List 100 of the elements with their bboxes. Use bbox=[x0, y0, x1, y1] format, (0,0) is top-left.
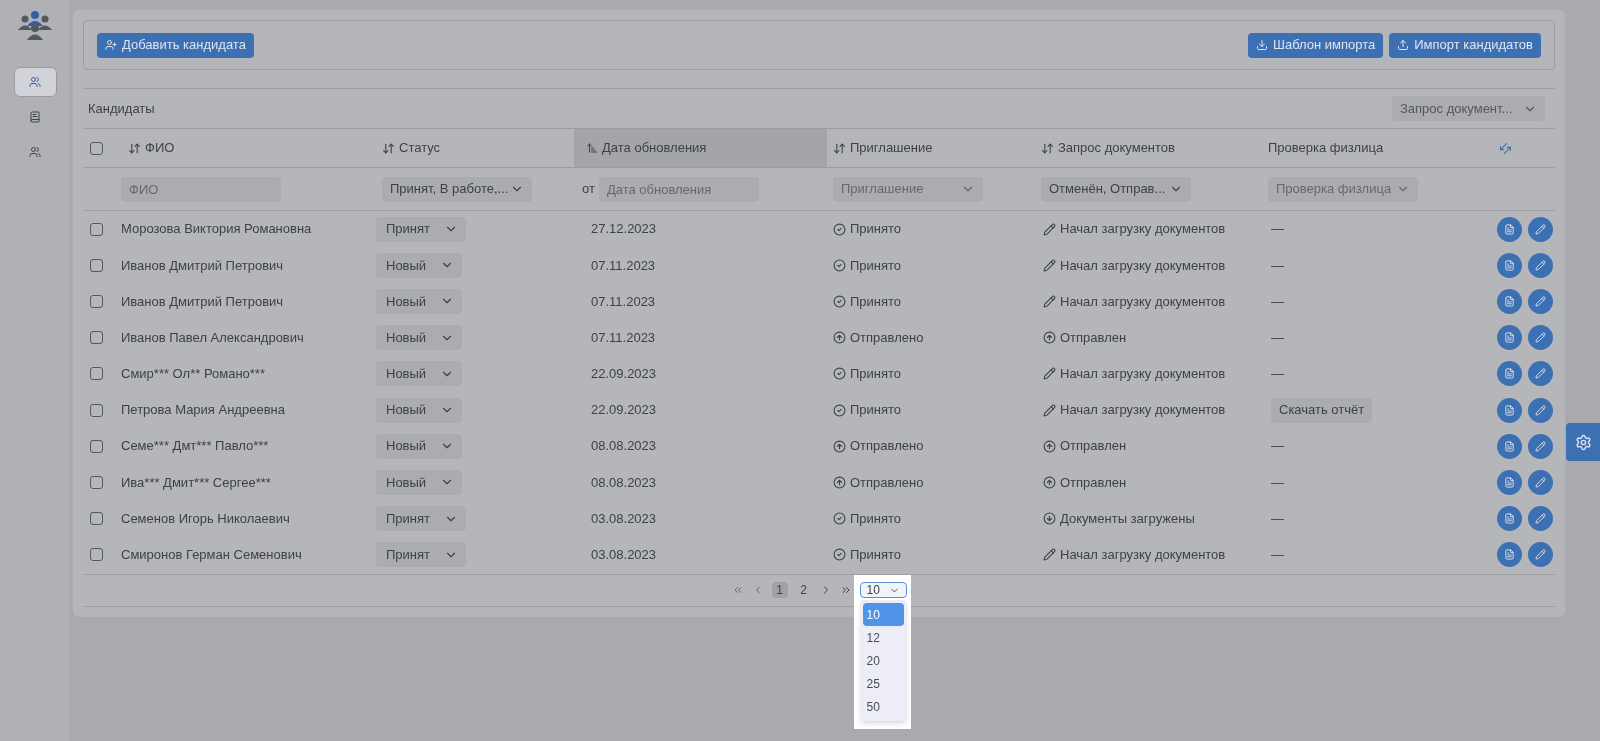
edit-button[interactable] bbox=[1528, 216, 1553, 242]
page-button[interactable]: 2 bbox=[795, 582, 812, 599]
status-select[interactable]: Новый bbox=[376, 469, 463, 495]
checkbox[interactable] bbox=[90, 439, 103, 453]
edit-button[interactable] bbox=[1528, 361, 1553, 387]
edit-button[interactable] bbox=[1528, 433, 1553, 459]
status-select[interactable]: Новый bbox=[376, 433, 463, 459]
pdf-button[interactable] bbox=[1497, 288, 1522, 314]
edit-button[interactable] bbox=[1528, 469, 1553, 495]
checkbox[interactable] bbox=[90, 403, 103, 417]
status-select[interactable]: Новый bbox=[376, 361, 463, 387]
edit-button[interactable] bbox=[1528, 397, 1553, 423]
checkbox[interactable] bbox=[90, 258, 103, 272]
invitation-status: Принято bbox=[850, 546, 902, 565]
status-select[interactable]: Новый bbox=[376, 325, 463, 351]
date-cell-text: 22.09.2023 bbox=[590, 401, 658, 420]
checkbox[interactable] bbox=[90, 294, 103, 308]
pdf-button[interactable] bbox=[1497, 433, 1522, 459]
checkbox[interactable] bbox=[90, 548, 103, 562]
pdf-button[interactable] bbox=[1497, 325, 1522, 351]
invitation-status: Принято bbox=[850, 256, 902, 275]
pdf-button[interactable] bbox=[1497, 252, 1522, 278]
date-cell-text: 07.11.2023 bbox=[590, 256, 657, 275]
edit-button[interactable] bbox=[1528, 252, 1553, 278]
edit-button[interactable] bbox=[1528, 325, 1553, 351]
page-button[interactable]: 1 bbox=[771, 582, 788, 599]
name-filter-field[interactable]: ФИО bbox=[121, 176, 281, 202]
name-cell-text: Семе*** Дмт*** Павло*** bbox=[121, 437, 270, 456]
column-header[interactable]: Дата обновления bbox=[574, 129, 827, 167]
column-header[interactable]: Приглашение bbox=[827, 129, 1035, 167]
date-filter-field[interactable]: Дата обновления bbox=[598, 176, 759, 202]
pdf-button[interactable] bbox=[1497, 216, 1522, 242]
status-select[interactable]: Новый bbox=[376, 397, 463, 423]
import-template-button[interactable]: Шаблон импорта bbox=[1248, 32, 1384, 58]
download-report-button[interactable]: Скачать отчёт bbox=[1271, 397, 1373, 423]
empty-value: — bbox=[1271, 437, 1284, 456]
sidebar-item[interactable] bbox=[13, 67, 57, 97]
pdf-button[interactable] bbox=[1497, 542, 1522, 568]
name-cell-text: Семенов Игорь Николаевич bbox=[121, 509, 291, 528]
documents-status: Начал загрузку документов bbox=[1060, 220, 1226, 239]
page-size-option[interactable]: 10 bbox=[862, 603, 904, 627]
checkbox[interactable] bbox=[90, 367, 103, 381]
filter-select[interactable]: Проверка физлица bbox=[1268, 176, 1418, 202]
invitation-status: Отправлено bbox=[850, 473, 924, 492]
filter-select[interactable]: Приглашение bbox=[833, 176, 983, 202]
pdf-button[interactable] bbox=[1497, 361, 1522, 387]
column-header[interactable]: Запрос документов bbox=[1035, 129, 1262, 167]
page-size-select[interactable]: 10 bbox=[859, 582, 907, 599]
edit-button[interactable] bbox=[1528, 506, 1553, 532]
column-header[interactable]: Проверка физлица bbox=[1262, 129, 1455, 167]
upload-icon bbox=[1397, 39, 1410, 51]
page-size-option[interactable]: 20 bbox=[862, 649, 904, 673]
check-circle-icon bbox=[833, 367, 846, 381]
date-cell-text: 03.08.2023 bbox=[590, 546, 658, 565]
date-cell-text: 27.12.2023 bbox=[590, 220, 658, 239]
checkbox[interactable] bbox=[90, 141, 103, 155]
sort-icon bbox=[1041, 141, 1054, 155]
status-select[interactable]: Принят bbox=[376, 506, 466, 532]
column-header[interactable]: Статус bbox=[376, 129, 574, 167]
checkbox[interactable] bbox=[90, 331, 103, 345]
page-size-option[interactable]: 12 bbox=[862, 626, 904, 650]
pencil-icon bbox=[1043, 548, 1056, 562]
filter-select[interactable]: Принят, В работе,... bbox=[382, 176, 532, 202]
checkbox[interactable] bbox=[90, 222, 103, 236]
edit-button[interactable] bbox=[1528, 288, 1553, 314]
document-icon bbox=[1504, 259, 1515, 271]
pdf-button[interactable] bbox=[1497, 506, 1522, 532]
checkbox[interactable] bbox=[90, 475, 103, 489]
pdf-button[interactable] bbox=[1497, 469, 1522, 495]
add-candidate-button[interactable]: Добавить кандидата bbox=[97, 32, 254, 58]
import-candidates-button[interactable]: Импорт кандидатов bbox=[1389, 32, 1541, 58]
status-select[interactable]: Принят bbox=[376, 542, 466, 568]
pdf-button[interactable] bbox=[1497, 397, 1522, 423]
column-header[interactable]: ФИО bbox=[121, 129, 376, 167]
filter-select[interactable]: Отменён, Отправ... bbox=[1041, 176, 1191, 202]
date-cell-text: 07.11.2023 bbox=[590, 328, 657, 347]
pencil-icon bbox=[1535, 223, 1546, 235]
invitation-status: Принято bbox=[850, 401, 902, 420]
name-cell-text: Иванов Дмитрий Петрович bbox=[121, 292, 285, 311]
checkbox[interactable] bbox=[90, 512, 103, 526]
status-select[interactable]: Новый bbox=[376, 288, 463, 314]
page-size-option[interactable]: 50 bbox=[862, 695, 904, 719]
name-cell-text: Смир*** Ол** Романо*** bbox=[121, 365, 266, 384]
check-circle-icon bbox=[833, 294, 846, 308]
name-cell-text: Иванов Дмитрий Петрович bbox=[121, 256, 285, 275]
settings-icon bbox=[1574, 433, 1592, 451]
status-select[interactable]: Принят bbox=[376, 216, 466, 242]
page-size-option[interactable]: 25 bbox=[862, 672, 904, 696]
edit-button[interactable] bbox=[1528, 542, 1553, 568]
arrow-up-circle-icon bbox=[833, 331, 846, 345]
pencil-icon bbox=[1535, 295, 1546, 307]
name-cell-text: Смиронов Герман Семенович bbox=[121, 546, 303, 565]
pencil-icon bbox=[1535, 368, 1546, 380]
sort-ascending-icon bbox=[586, 142, 598, 154]
empty-value: — bbox=[1271, 328, 1284, 347]
status-select[interactable]: Новый bbox=[376, 252, 463, 278]
settings-button[interactable] bbox=[1566, 423, 1600, 461]
column-select[interactable]: Запрос документ... bbox=[1392, 96, 1545, 121]
empty-value: — bbox=[1271, 256, 1284, 275]
name-cell-text: Морозова Виктория Романовна bbox=[121, 220, 313, 239]
